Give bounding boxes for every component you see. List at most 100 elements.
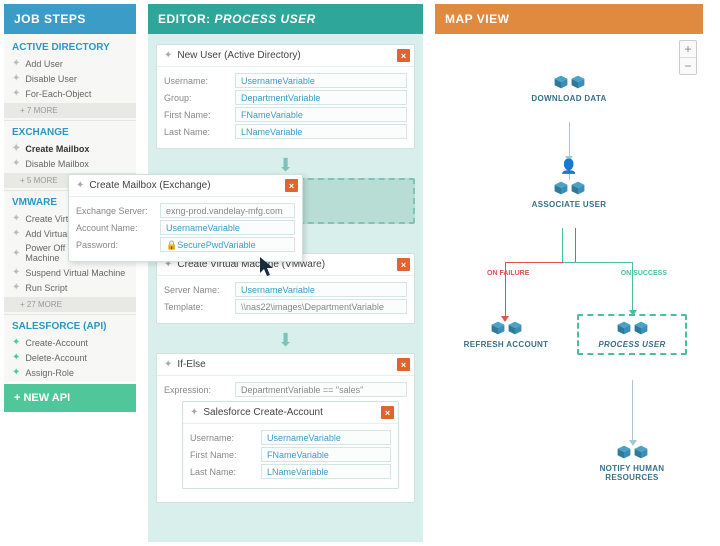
node-associate-user[interactable]: ASSOCIATE USER (509, 180, 629, 209)
card-title: New User (Active Directory) (177, 50, 300, 61)
card-if-else[interactable]: × ✦ If-Else Expression: DepartmentVariable… (156, 353, 415, 503)
step-run-script[interactable]: ✦Run Script (4, 280, 136, 295)
field-label: Username: (164, 76, 229, 86)
step-disable-mailbox[interactable]: ✦Disable Mailbox (4, 156, 136, 171)
group-exchange[interactable]: EXCHANGE (4, 120, 136, 141)
field-firstname[interactable]: FNameVariable (261, 447, 391, 462)
group-salesforce[interactable]: SALESFORCE (API) (4, 314, 136, 335)
field-template[interactable]: \\nas22\images\DepartmentVariable (235, 299, 407, 314)
step-disable-user[interactable]: ✦Disable User (4, 71, 136, 86)
drop-zone[interactable]: × ✦Create Mailbox (Exchange) Exchange Se… (156, 178, 415, 224)
spark-icon: ✦ (12, 143, 20, 154)
node-notify-hr[interactable]: NOTIFY HUMAN RESOURCES (577, 444, 687, 482)
flow-arrow-icon: ⬇ (156, 330, 415, 351)
cube-icon (616, 320, 632, 336)
cube-icon (633, 444, 649, 460)
close-icon[interactable]: × (397, 49, 410, 62)
cube-icon (633, 320, 649, 336)
field-label: Last Name: (164, 127, 229, 137)
cube-icon (553, 180, 569, 196)
field-label: Template: (164, 302, 229, 312)
spark-icon: ✦ (12, 88, 20, 99)
step-suspend-vm[interactable]: ✦Suspend Virtual Machine (4, 265, 136, 280)
spark-icon: ✦ (12, 267, 20, 278)
cursor-icon (258, 255, 278, 279)
connector-succ (563, 262, 633, 263)
cube-icon (616, 444, 632, 460)
spark-icon: ✦ (164, 359, 172, 370)
cube-icon (553, 74, 569, 90)
label-on-success: ON SUCCESS (621, 270, 667, 277)
cube-icon (490, 320, 506, 336)
cube-icon (507, 320, 523, 336)
card-create-vm[interactable]: × ✦Create Virtual Machine (VMware) Serve… (156, 253, 415, 324)
field-username[interactable]: UsernameVariable (235, 73, 407, 88)
spark-icon: ✦ (12, 248, 20, 259)
more-ad[interactable]: + 7 MORE (4, 103, 136, 118)
spark-icon: ✦ (12, 367, 20, 378)
spark-icon: ✦ (12, 158, 20, 169)
dragging-card-create-mailbox[interactable]: × ✦ Create Mailbox (Exchange) Exchange Se… (68, 174, 303, 262)
node-refresh-account[interactable]: REFRESH ACCOUNT (451, 320, 561, 349)
spark-icon: ✦ (12, 58, 20, 69)
spark-icon: ✦ (164, 50, 172, 61)
field-password[interactable]: 🔒SecurePwdVariable (160, 237, 295, 252)
group-active-directory[interactable]: ACTIVE DIRECTORY (4, 36, 136, 56)
field-label: Server Name: (164, 285, 229, 295)
field-label: Group: (164, 93, 229, 103)
cube-icon (570, 180, 586, 196)
step-delete-account[interactable]: ✦Delete-Account (4, 350, 136, 365)
connector-succ (562, 228, 563, 262)
step-add-user[interactable]: ✦Add User (4, 56, 136, 71)
close-icon[interactable]: × (397, 258, 410, 271)
field-expression[interactable]: DepartmentVariable == "sales" (235, 382, 407, 397)
field-lastname[interactable]: LNameVariable (261, 464, 391, 479)
cube-icon (570, 74, 586, 90)
spark-icon: ✦ (12, 282, 20, 293)
field-username[interactable]: UsernameVariable (261, 430, 391, 445)
close-icon[interactable]: × (381, 406, 394, 419)
field-label: Username: (190, 433, 255, 443)
node-process-user[interactable]: PROCESS USER (577, 314, 687, 355)
field-label: Expression: (164, 385, 229, 395)
card-title: Create Mailbox (Exchange) (89, 180, 210, 191)
step-assign-role[interactable]: ✦Assign-Role (4, 365, 136, 380)
connector-line (569, 122, 570, 158)
step-create-mailbox[interactable]: ✦Create Mailbox (4, 141, 136, 156)
field-account-name[interactable]: UsernameVariable (160, 220, 295, 235)
field-label: Exchange Server: (76, 206, 154, 216)
card-title: Salesforce Create-Account (203, 407, 323, 418)
spark-icon: ✦ (76, 180, 84, 191)
field-lastname[interactable]: LNameVariable (235, 124, 407, 139)
spark-icon: ✦ (190, 407, 198, 418)
sidebar-header: JOB STEPS (4, 4, 136, 34)
field-label: Last Name: (190, 467, 255, 477)
field-label: Password: (76, 240, 154, 250)
more-vmware[interactable]: + 27 MORE (4, 297, 136, 312)
spark-icon: ✦ (12, 213, 20, 224)
card-new-user[interactable]: × ✦ New User (Active Directory) Username:… (156, 44, 415, 149)
field-firstname[interactable]: FNameVariable (235, 107, 407, 122)
field-label: First Name: (164, 110, 229, 120)
label-on-failure: ON FAILURE (487, 270, 529, 277)
editor-canvas: × ✦ New User (Active Directory) Username:… (148, 34, 423, 542)
field-exchange-server[interactable]: exng-prod.vandelay-mfg.com (160, 203, 295, 218)
step-create-account[interactable]: ✦Create-Account (4, 335, 136, 350)
spark-icon: ✦ (12, 73, 20, 84)
map-canvas[interactable]: + − ON FAILURE ON SUCCESS DOWNLOAD DATA … (435, 34, 703, 542)
step-foreach[interactable]: ✦For-Each-Object (4, 86, 136, 101)
flow-arrow-icon: ⬇ (156, 155, 415, 176)
field-server-name[interactable]: UsernameVariable (235, 282, 407, 297)
spark-icon: ✦ (12, 337, 20, 348)
close-icon[interactable]: × (285, 179, 298, 192)
node-download-data[interactable]: DOWNLOAD DATA (509, 74, 629, 103)
new-api-button[interactable]: + NEW API (4, 384, 136, 412)
close-icon[interactable]: × (397, 358, 410, 371)
map-header: MAP VIEW (435, 4, 703, 34)
field-group[interactable]: DepartmentVariable (235, 90, 407, 105)
field-label: First Name: (190, 450, 255, 460)
card-sf-create-account[interactable]: × ✦ Salesforce Create-Account Username: Us… (182, 401, 399, 489)
editor-header: EDITOR: PROCESS USER (148, 4, 423, 34)
connector-line (632, 380, 633, 442)
card-title: If-Else (177, 359, 205, 370)
